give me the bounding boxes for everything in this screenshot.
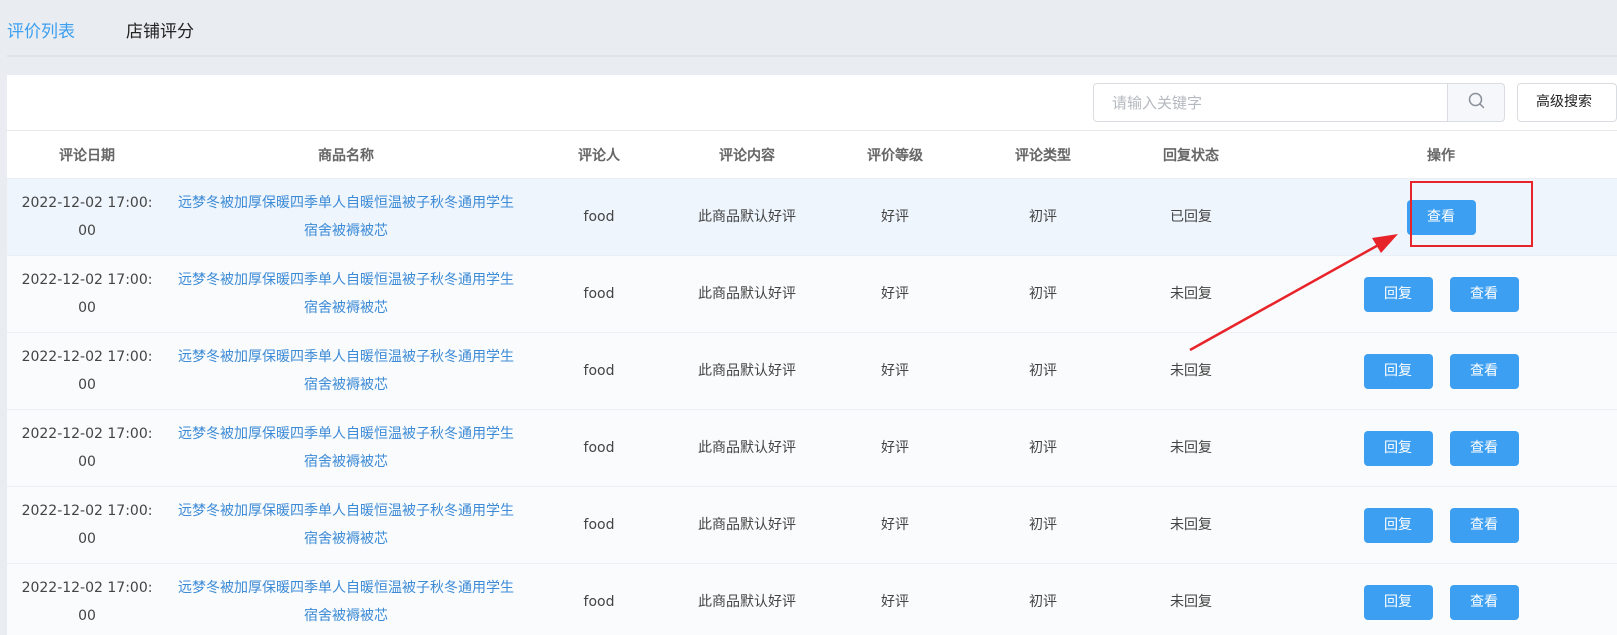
view-button[interactable]: 查看: [1449, 584, 1519, 620]
tab-store-rating[interactable]: 店铺评分: [126, 20, 194, 44]
review-content: 此商品默认好评: [698, 363, 796, 379]
review-level: 好评: [881, 286, 909, 302]
col-header-content: 评论内容: [719, 147, 775, 164]
review-type: 初评: [1029, 517, 1057, 533]
col-header-reply-status: 回复状态: [1163, 147, 1219, 164]
review-content: 此商品默认好评: [698, 440, 796, 456]
review-panel: 高级搜索 评论日期 商品名称 评论人 评论内容 评价等级 评论类型 回复状态 操…: [7, 75, 1617, 635]
toolbar: 高级搜索: [7, 75, 1617, 131]
tab-review-list[interactable]: 评价列表: [7, 20, 77, 57]
view-button[interactable]: 查看: [1449, 430, 1519, 466]
reply-status: 未回复: [1170, 517, 1212, 533]
review-level: 好评: [881, 209, 909, 225]
reviewer: food: [583, 440, 615, 456]
view-button[interactable]: 查看: [1406, 199, 1476, 235]
product-link[interactable]: 远梦冬被加厚保暖四季单人自暖恒温被子秋冬通用学生宿舍被褥被芯: [176, 266, 516, 322]
reply-button[interactable]: 回复: [1363, 353, 1433, 389]
col-header-level: 评价等级: [867, 147, 923, 164]
table-header: 评论日期 商品名称 评论人 评论内容 评价等级 评论类型 回复状态 操作: [7, 131, 1617, 179]
review-table: 评论日期 商品名称 评论人 评论内容 评价等级 评论类型 回复状态 操作 202…: [7, 131, 1617, 635]
review-type: 初评: [1029, 594, 1057, 610]
table-row: 2022-12-02 17:00:00 远梦冬被加厚保暖四季单人自暖恒温被子秋冬…: [7, 564, 1617, 635]
reply-status: 未回复: [1170, 363, 1212, 379]
product-link[interactable]: 远梦冬被加厚保暖四季单人自暖恒温被子秋冬通用学生宿舍被褥被芯: [176, 189, 516, 245]
review-level: 好评: [881, 440, 909, 456]
reply-button[interactable]: 回复: [1363, 276, 1433, 312]
review-date: 2022-12-02 17:00:00: [21, 503, 153, 547]
review-type: 初评: [1029, 363, 1057, 379]
table-row: 2022-12-02 17:00:00 远梦冬被加厚保暖四季单人自暖恒温被子秋冬…: [7, 487, 1617, 564]
product-link[interactable]: 远梦冬被加厚保暖四季单人自暖恒温被子秋冬通用学生宿舍被褥被芯: [176, 420, 516, 476]
tab-divider: [7, 55, 1617, 57]
review-content: 此商品默认好评: [698, 517, 796, 533]
reply-status: 未回复: [1170, 440, 1212, 456]
advanced-search-button[interactable]: 高级搜索: [1517, 83, 1617, 122]
col-header-date: 评论日期: [59, 147, 115, 164]
review-type: 初评: [1029, 209, 1057, 225]
product-link[interactable]: 远梦冬被加厚保暖四季单人自暖恒温被子秋冬通用学生宿舍被褥被芯: [176, 497, 516, 553]
col-header-type: 评论类型: [1015, 147, 1071, 164]
reply-button[interactable]: 回复: [1363, 584, 1433, 620]
search-input[interactable]: [1093, 83, 1448, 122]
reply-status: 已回复: [1170, 209, 1212, 225]
col-header-actions: 操作: [1427, 147, 1455, 164]
reply-status: 未回复: [1170, 594, 1212, 610]
row-actions: 回复 查看: [1265, 256, 1617, 332]
review-date: 2022-12-02 17:00:00: [21, 349, 153, 393]
row-actions: 回复 查看: [1265, 564, 1617, 635]
reviewer: food: [583, 286, 615, 302]
reviewer: food: [583, 363, 615, 379]
review-level: 好评: [881, 517, 909, 533]
reply-button[interactable]: 回复: [1363, 507, 1433, 543]
col-header-reviewer: 评论人: [578, 147, 620, 164]
review-level: 好评: [881, 363, 909, 379]
search-button[interactable]: [1447, 83, 1505, 122]
view-button[interactable]: 查看: [1449, 353, 1519, 389]
table-row: 2022-12-02 17:00:00 远梦冬被加厚保暖四季单人自暖恒温被子秋冬…: [7, 410, 1617, 487]
page: 评价列表 店铺评分 高级搜索 评论日期 商品名称 评论人 评论内容: [0, 0, 1617, 635]
table-row: 2022-12-02 17:00:00 远梦冬被加厚保暖四季单人自暖恒温被子秋冬…: [7, 256, 1617, 333]
review-content: 此商品默认好评: [698, 286, 796, 302]
row-actions: 回复 查看: [1265, 487, 1617, 563]
review-date: 2022-12-02 17:00:00: [21, 426, 153, 470]
reviewer: food: [583, 594, 615, 610]
tab-bar: 评价列表 店铺评分: [0, 0, 1617, 58]
review-content: 此商品默认好评: [698, 594, 796, 610]
reviewer: food: [583, 517, 615, 533]
review-date: 2022-12-02 17:00:00: [21, 195, 153, 239]
reply-button[interactable]: 回复: [1363, 430, 1433, 466]
table-row: 2022-12-02 17:00:00 远梦冬被加厚保暖四季单人自暖恒温被子秋冬…: [7, 333, 1617, 410]
review-type: 初评: [1029, 440, 1057, 456]
review-level: 好评: [881, 594, 909, 610]
table-row: 2022-12-02 17:00:00 远梦冬被加厚保暖四季单人自暖恒温被子秋冬…: [7, 179, 1617, 256]
review-date: 2022-12-02 17:00:00: [21, 580, 153, 624]
col-header-product: 商品名称: [318, 147, 374, 164]
product-link[interactable]: 远梦冬被加厚保暖四季单人自暖恒温被子秋冬通用学生宿舍被褥被芯: [176, 574, 516, 630]
search-icon: [1468, 92, 1485, 113]
reply-status: 未回复: [1170, 286, 1212, 302]
row-actions: 查看: [1265, 179, 1617, 255]
view-button[interactable]: 查看: [1449, 507, 1519, 543]
reviewer: food: [583, 209, 615, 225]
view-button[interactable]: 查看: [1449, 276, 1519, 312]
row-actions: 回复 查看: [1265, 333, 1617, 409]
product-link[interactable]: 远梦冬被加厚保暖四季单人自暖恒温被子秋冬通用学生宿舍被褥被芯: [176, 343, 516, 399]
row-actions: 回复 查看: [1265, 410, 1617, 486]
review-type: 初评: [1029, 286, 1057, 302]
review-content: 此商品默认好评: [698, 209, 796, 225]
review-date: 2022-12-02 17:00:00: [21, 272, 153, 316]
